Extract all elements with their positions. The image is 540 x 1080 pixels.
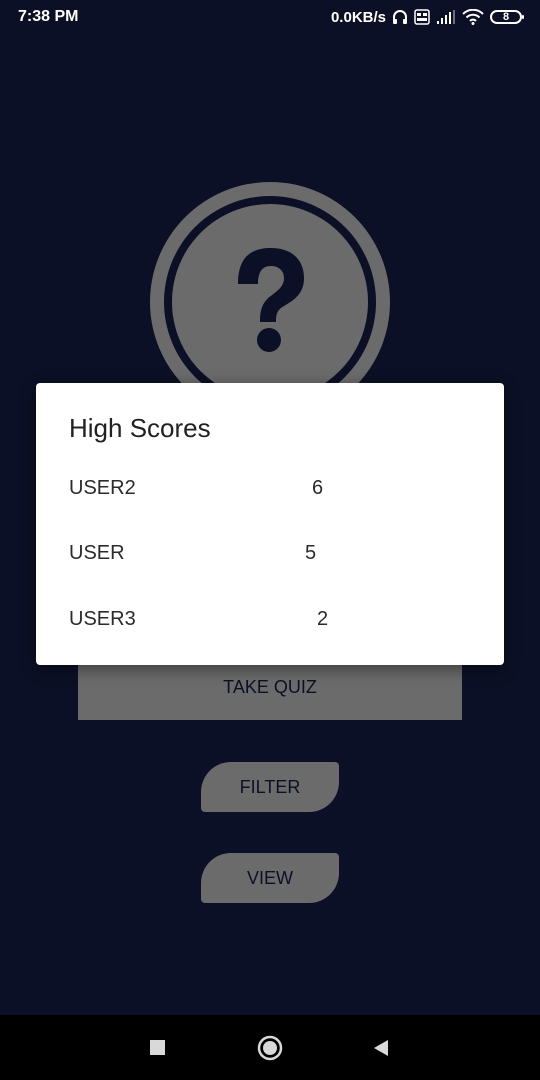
score-value: 2 [317, 608, 329, 630]
wifi-icon [462, 9, 484, 25]
score-user: USER2 [69, 477, 136, 499]
screen: 7:38 PM 0.0KB/s 8 TAKE QUIZ FILTER VIEW … [0, 0, 540, 1080]
home-icon[interactable] [257, 1035, 283, 1061]
volte-icon [414, 9, 430, 25]
headphones-icon [392, 9, 408, 25]
network-speed: 0.0KB/s [330, 8, 386, 26]
back-icon[interactable] [372, 1038, 390, 1058]
status-bar: 7:38 PM 0.0KB/s 8 [0, 0, 540, 36]
score-value: 6 [312, 477, 324, 499]
score-row: USER2 6 [69, 477, 489, 507]
score-row: USER3 2 [69, 608, 489, 638]
status-icons: 0.0KB/s 8 [330, 6, 524, 28]
dialog-title: High Scores [69, 413, 211, 443]
signal-icon [436, 9, 456, 25]
status-time: 7:38 PM [18, 8, 79, 25]
score-user: USER3 [69, 608, 136, 630]
battery-icon: 8 [490, 10, 524, 24]
score-value: 5 [305, 542, 317, 564]
score-user: USER [69, 542, 125, 564]
recent-apps-icon[interactable] [150, 1040, 165, 1055]
score-row: USER 5 [69, 542, 489, 572]
navigation-bar [0, 1015, 540, 1080]
high-scores-dialog: High Scores USER2 6 USER 5 USER3 2 [36, 383, 504, 665]
